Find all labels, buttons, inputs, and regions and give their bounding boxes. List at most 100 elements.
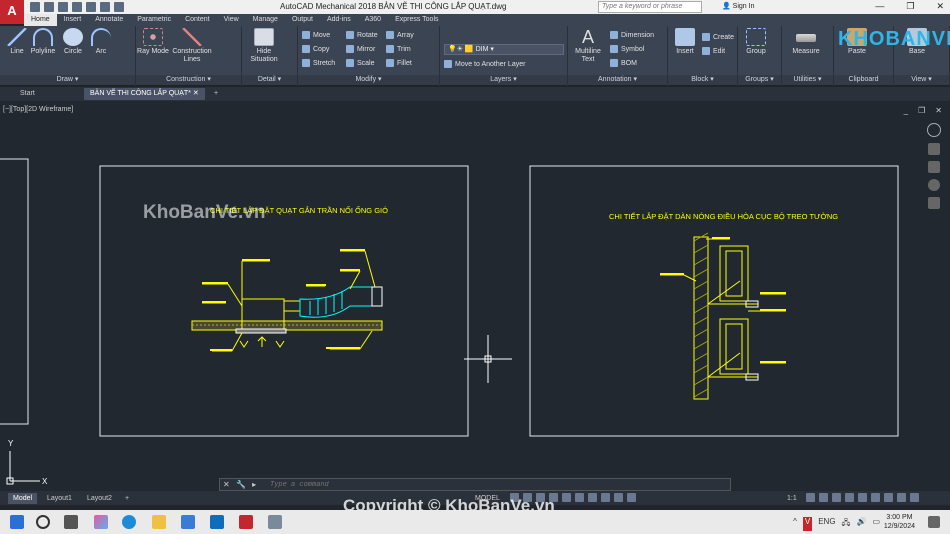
- battery-icon[interactable]: ▭: [872, 517, 880, 531]
- construction-lines-button[interactable]: Construction Lines: [170, 28, 214, 64]
- trim-button[interactable]: Trim: [386, 44, 411, 55]
- annotation-visibility-icon[interactable]: [627, 493, 636, 502]
- restore-button[interactable]: ❐: [906, 1, 914, 12]
- tab-parametric[interactable]: Parametric: [130, 14, 178, 26]
- tab-home[interactable]: Home: [24, 14, 57, 26]
- tab-add-ins[interactable]: Add-ins: [320, 14, 358, 26]
- pan-icon[interactable]: [928, 143, 940, 155]
- move-button[interactable]: Move: [302, 30, 330, 41]
- tab-annotate[interactable]: Annotate: [88, 14, 130, 26]
- layer-dropdown[interactable]: 💡☀ 🟨 DIM ▾: [444, 44, 564, 55]
- orbit-icon[interactable]: [928, 179, 940, 191]
- tab-a360[interactable]: A360: [358, 14, 388, 26]
- copilot-icon[interactable]: [94, 515, 108, 529]
- search-icon[interactable]: [36, 515, 50, 529]
- recent-commands-icon[interactable]: ▸: [252, 480, 256, 489]
- close-tab-icon[interactable]: ✕: [193, 90, 199, 97]
- minimize-button[interactable]: —: [875, 1, 884, 12]
- selection-cycling-icon[interactable]: [614, 493, 623, 502]
- isolate-objects-icon[interactable]: [871, 493, 880, 502]
- polyline-button[interactable]: Polyline: [26, 28, 60, 56]
- tab-layout2[interactable]: Layout2: [82, 493, 117, 504]
- transparency-icon[interactable]: [601, 493, 610, 502]
- annotation-scale[interactable]: 1:1: [782, 493, 802, 504]
- osnap-icon[interactable]: [562, 493, 571, 502]
- show-hidden-icons-icon[interactable]: ^: [793, 517, 797, 531]
- print-icon[interactable]: [86, 2, 96, 12]
- copy-button[interactable]: Copy: [302, 44, 329, 55]
- detail-panel-label[interactable]: Detail ▾: [242, 75, 297, 85]
- block-panel-label[interactable]: Block ▾: [668, 75, 737, 85]
- customize-command-icon[interactable]: 🔧: [236, 480, 246, 489]
- command-input[interactable]: [270, 480, 725, 490]
- lock-ui-icon[interactable]: [858, 493, 867, 502]
- units-icon[interactable]: [832, 493, 841, 502]
- hide-situation-button[interactable]: Hide Situation: [244, 28, 284, 64]
- bom-button[interactable]: BOM: [610, 58, 637, 69]
- redo-icon[interactable]: [114, 2, 124, 12]
- save-icon[interactable]: [58, 2, 68, 12]
- move-to-layer-button[interactable]: Move to Another Layer: [444, 59, 525, 70]
- annotation-monitor-icon[interactable]: [819, 493, 828, 502]
- arc-button[interactable]: Arc: [84, 28, 118, 56]
- fillet-button[interactable]: Fillet: [386, 58, 412, 69]
- tab-drawing[interactable]: BẢN VẼ THI CÔNG LẮP QUẠT* ✕: [84, 88, 205, 100]
- workspace-icon[interactable]: [806, 493, 815, 502]
- tab-manage[interactable]: Manage: [246, 14, 285, 26]
- vietnamese-input-icon[interactable]: V: [802, 517, 813, 531]
- network-icon[interactable]: 🖧: [842, 517, 851, 531]
- clean-screen-icon[interactable]: [897, 493, 906, 502]
- construction-panel-label[interactable]: Construction ▾: [136, 75, 241, 85]
- zoom-icon[interactable]: [928, 161, 940, 173]
- taskbar-clock[interactable]: 3:00 PM 12/9/2024: [884, 513, 915, 531]
- task-view-icon[interactable]: [64, 515, 78, 529]
- windows-start-icon[interactable]: [10, 515, 24, 529]
- hardware-acceleration-icon[interactable]: [884, 493, 893, 502]
- open-icon[interactable]: [44, 2, 54, 12]
- outlook-icon[interactable]: [210, 515, 224, 529]
- multiline-text-button[interactable]: A Multiline Text: [570, 28, 606, 64]
- draw-panel-label[interactable]: Draw ▾: [0, 75, 135, 85]
- new-icon[interactable]: [30, 2, 40, 12]
- create-block-button[interactable]: Create: [702, 32, 734, 43]
- tab-start[interactable]: Start: [14, 88, 41, 100]
- notifications-icon[interactable]: [928, 516, 940, 528]
- save-as-icon[interactable]: [72, 2, 82, 12]
- drawing-viewport[interactable]: [−][Top][2D Wireframe] _ ❐ ✕ CHI TIẾT LẮ…: [0, 101, 950, 491]
- close-button[interactable]: ✕: [936, 1, 944, 12]
- tab-view[interactable]: View: [217, 14, 246, 26]
- quick-properties-icon[interactable]: [845, 493, 854, 502]
- steering-wheel-icon[interactable]: [927, 123, 941, 137]
- measure-button[interactable]: Measure: [786, 28, 826, 56]
- tab-layout1[interactable]: Layout1: [42, 493, 77, 504]
- language-indicator[interactable]: ENG: [818, 517, 835, 531]
- tab-insert[interactable]: Insert: [57, 14, 89, 26]
- clipboard-panel-label[interactable]: Clipboard: [834, 75, 893, 85]
- symbol-button[interactable]: Symbol: [610, 44, 644, 55]
- autocad-taskbar-icon[interactable]: [239, 515, 253, 529]
- store-icon[interactable]: [181, 515, 195, 529]
- lineweight-icon[interactable]: [588, 493, 597, 502]
- scale-button[interactable]: Scale: [346, 58, 375, 69]
- view-panel-label[interactable]: View ▾: [894, 75, 949, 85]
- edge-icon[interactable]: [122, 515, 136, 529]
- otrack-icon[interactable]: [575, 493, 584, 502]
- annotation-panel-label[interactable]: Annotation ▾: [568, 75, 667, 85]
- ray-mode-button[interactable]: Ray Mode: [136, 28, 170, 56]
- tab-output[interactable]: Output: [285, 14, 320, 26]
- mirror-button[interactable]: Mirror: [346, 44, 375, 55]
- new-tab-button[interactable]: +: [208, 88, 224, 100]
- file-explorer-icon[interactable]: [152, 515, 166, 529]
- app-taskbar-icon[interactable]: [268, 515, 282, 529]
- layers-panel-label[interactable]: Layers ▾: [440, 75, 567, 85]
- groups-panel-label[interactable]: Groups ▾: [738, 75, 781, 85]
- insert-block-button[interactable]: Insert: [670, 28, 700, 56]
- rotate-button[interactable]: Rotate: [346, 30, 378, 41]
- group-button[interactable]: Group: [740, 28, 772, 56]
- tab-model[interactable]: Model: [8, 493, 38, 504]
- showmotion-icon[interactable]: [928, 197, 940, 209]
- customization-icon[interactable]: [910, 493, 919, 502]
- tab-content[interactable]: Content: [178, 14, 217, 26]
- volume-icon[interactable]: 🔊: [856, 517, 866, 531]
- utilities-panel-label[interactable]: Utilities ▾: [782, 75, 833, 85]
